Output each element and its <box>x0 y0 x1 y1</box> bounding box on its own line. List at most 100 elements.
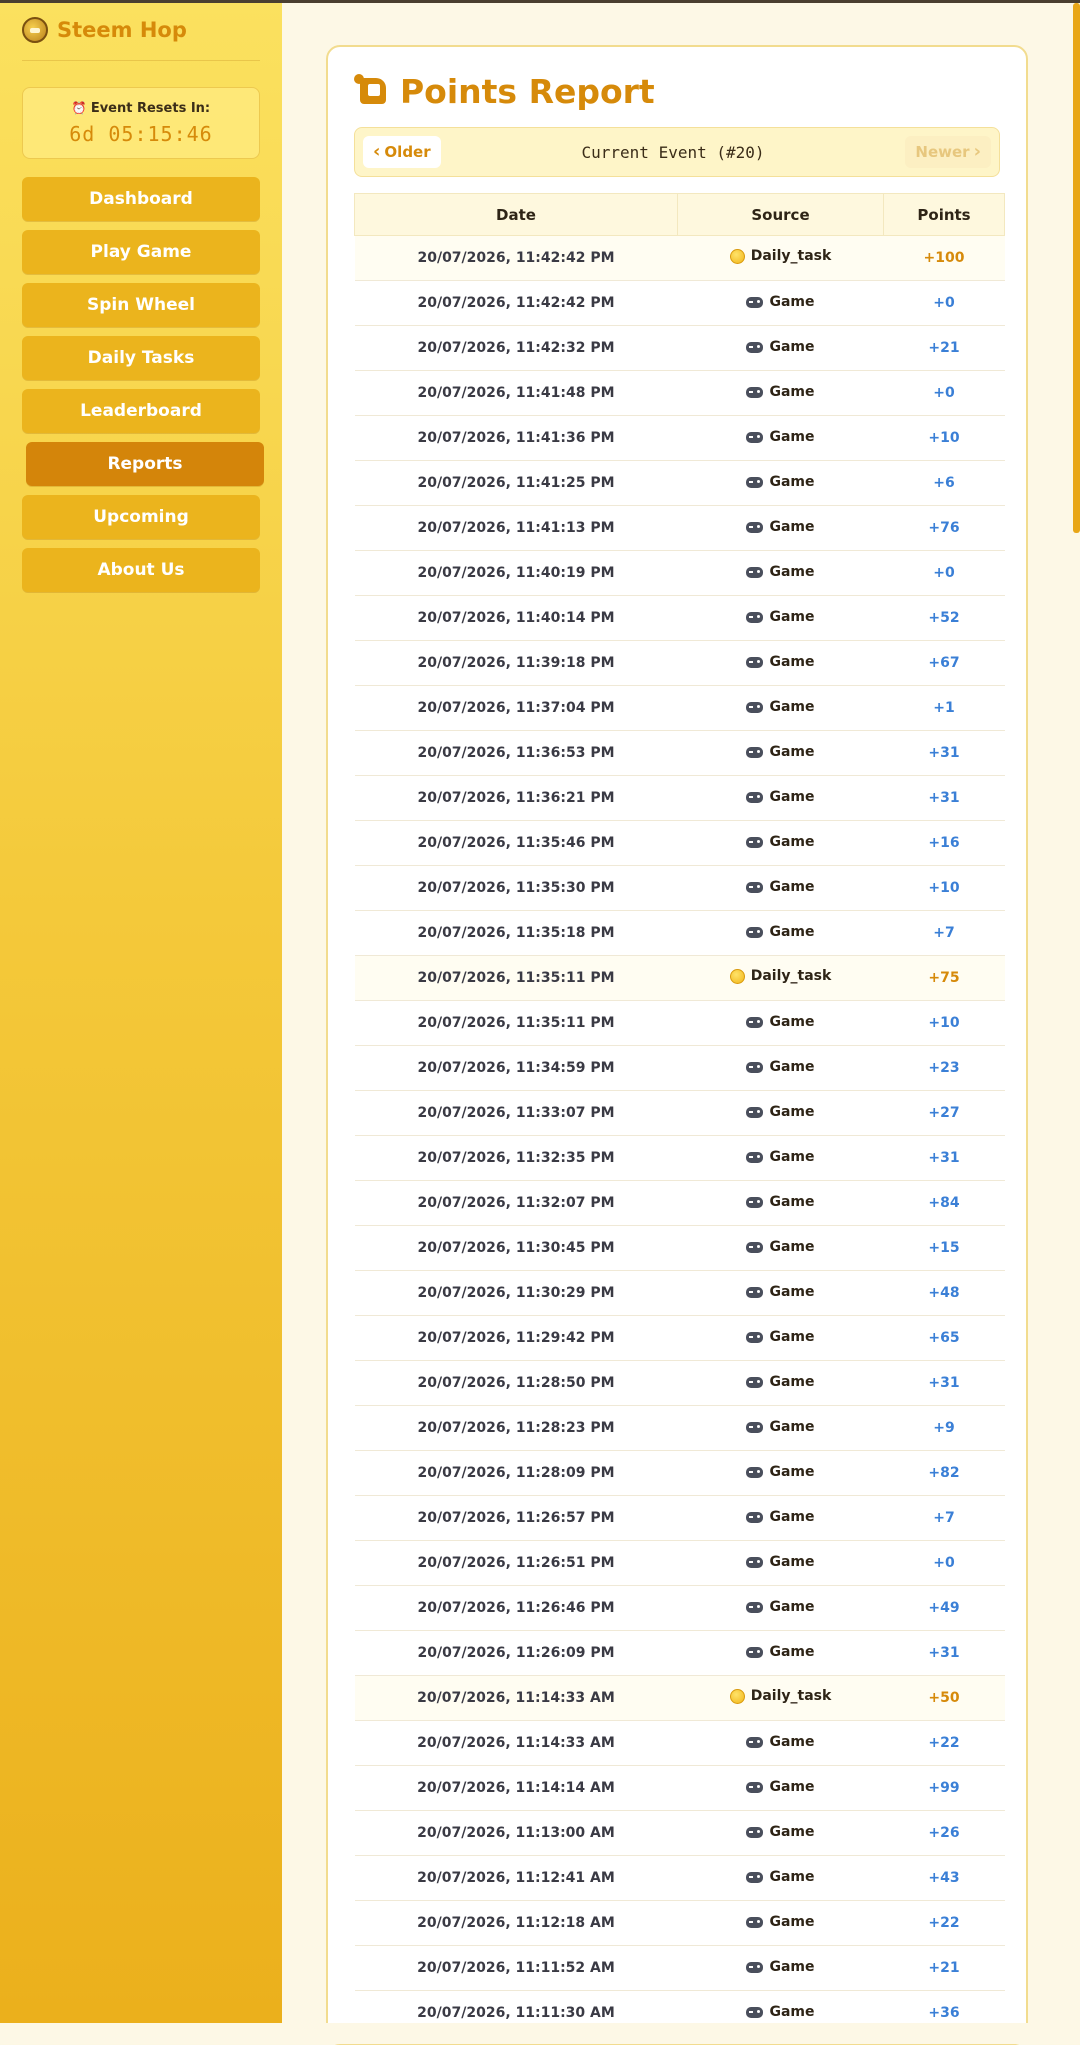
nav-item-dashboard[interactable]: Dashboard <box>22 177 260 221</box>
cell-points: +31 <box>883 730 1005 776</box>
gamepad-icon <box>746 1151 764 1163</box>
cell-points: +31 <box>883 775 1005 821</box>
nav-item-daily-tasks[interactable]: Daily Tasks <box>22 336 260 380</box>
table-row: 20/07/2026, 11:39:18 PM Game +67 <box>354 640 1005 686</box>
table-row: 20/07/2026, 11:36:53 PM Game +31 <box>354 730 1005 776</box>
source-badge: Game <box>746 924 815 940</box>
cell-date: 20/07/2026, 11:28:50 PM <box>354 1360 678 1406</box>
cell-date: 20/07/2026, 11:42:32 PM <box>354 325 678 371</box>
source-badge: Game <box>746 1554 815 1570</box>
bottom-strip <box>0 2023 1080 2044</box>
cell-source: Game <box>677 1540 884 1586</box>
source-badge: Game <box>746 429 815 445</box>
column-header-date: Date <box>354 193 678 236</box>
source-label: Game <box>769 1239 815 1256</box>
cell-source: Game <box>677 1765 884 1811</box>
table-row: 20/07/2026, 11:12:18 AM Game +22 <box>354 1900 1005 1946</box>
brand-name: Steem Hop <box>57 17 187 42</box>
cell-date: 20/07/2026, 11:40:14 PM <box>354 595 678 641</box>
column-header-source: Source <box>677 193 884 236</box>
coin-icon <box>729 248 745 264</box>
gamepad-icon <box>746 1556 764 1568</box>
cell-date: 20/07/2026, 11:26:57 PM <box>354 1495 678 1541</box>
cell-points: +100 <box>883 235 1005 281</box>
older-button[interactable]: ‹ Older <box>363 136 441 168</box>
table-row: 20/07/2026, 11:36:21 PM Game +31 <box>354 775 1005 821</box>
table-row: 20/07/2026, 11:26:46 PM Game +49 <box>354 1585 1005 1631</box>
cell-date: 20/07/2026, 11:35:46 PM <box>354 820 678 866</box>
cell-date: 20/07/2026, 11:12:18 AM <box>354 1900 678 1946</box>
cell-points: +48 <box>883 1270 1005 1316</box>
cell-points: +27 <box>883 1090 1005 1136</box>
cell-points: +31 <box>883 1360 1005 1406</box>
cell-source: Game <box>677 1135 884 1181</box>
nav-item-reports[interactable]: Reports <box>26 442 264 486</box>
table-row: 20/07/2026, 11:42:42 PM Game +0 <box>354 280 1005 326</box>
source-label: Game <box>769 1914 815 1931</box>
source-label: Game <box>769 879 815 896</box>
cell-source: Game <box>677 820 884 866</box>
cell-date: 20/07/2026, 11:41:36 PM <box>354 415 678 461</box>
source-badge: Game <box>746 564 815 580</box>
scrollbar-thumb[interactable] <box>1073 3 1080 533</box>
gamepad-icon <box>746 1781 764 1793</box>
newer-button[interactable]: Newer › <box>905 136 991 168</box>
cell-source: Game <box>677 1090 884 1136</box>
cell-points: +9 <box>883 1405 1005 1451</box>
cell-points: +22 <box>883 1720 1005 1766</box>
cell-source: Game <box>677 1000 884 1046</box>
gamepad-icon <box>746 1826 764 1838</box>
chevron-left-icon: ‹ <box>373 141 381 162</box>
table-row: 20/07/2026, 11:37:04 PM Game +1 <box>354 685 1005 731</box>
nav-item-spin-wheel[interactable]: Spin Wheel <box>22 283 260 327</box>
source-badge: Game <box>746 1509 815 1526</box>
source-badge: Game <box>746 1779 815 1795</box>
coin-icon <box>729 1688 745 1704</box>
cell-date: 20/07/2026, 11:34:59 PM <box>354 1045 678 1091</box>
nav-item-play-game[interactable]: Play Game <box>22 230 260 274</box>
cell-date: 20/07/2026, 11:35:30 PM <box>354 865 678 911</box>
gamepad-icon <box>746 926 764 938</box>
source-badge: Game <box>746 1734 815 1751</box>
source-badge: Game <box>746 519 815 535</box>
cell-points: +6 <box>883 460 1005 506</box>
table-row: 20/07/2026, 11:41:36 PM Game +10 <box>354 415 1005 461</box>
gamepad-icon <box>746 431 764 443</box>
source-label: Game <box>769 1734 815 1751</box>
gamepad-icon <box>746 791 764 803</box>
source-label: Game <box>769 474 815 491</box>
cell-date: 20/07/2026, 11:36:53 PM <box>354 730 678 776</box>
nav-item-upcoming[interactable]: Upcoming <box>22 495 260 539</box>
gamepad-icon <box>746 1421 764 1433</box>
source-badge: Game <box>746 789 815 805</box>
column-header-points: Points <box>883 193 1005 236</box>
nav-item-about-us[interactable]: About Us <box>22 548 260 592</box>
source-label: Game <box>769 834 815 851</box>
cell-points: +84 <box>883 1180 1005 1226</box>
source-badge: Game <box>746 294 815 310</box>
source-label: Game <box>769 609 815 626</box>
brand[interactable]: Steem Hop <box>22 16 260 61</box>
source-badge: Game <box>746 1419 815 1436</box>
source-badge: Game <box>746 1194 815 1210</box>
cell-date: 20/07/2026, 11:13:00 AM <box>354 1810 678 1856</box>
cell-source: Game <box>677 730 884 776</box>
gamepad-icon <box>746 1286 764 1298</box>
nav-item-leaderboard[interactable]: Leaderboard <box>22 389 260 433</box>
cell-points: +16 <box>883 820 1005 866</box>
gamepad-icon <box>746 656 764 668</box>
cell-points: +10 <box>883 865 1005 911</box>
gamepad-icon <box>746 701 764 713</box>
scroll-icon <box>354 74 392 108</box>
alarm-clock-icon: ⏰ <box>71 101 87 115</box>
page-scrollbar[interactable] <box>1073 3 1080 2023</box>
source-badge: Game <box>746 474 815 491</box>
source-label: Game <box>769 1509 815 1526</box>
cell-source: Game <box>677 595 884 641</box>
source-label: Game <box>769 1419 815 1436</box>
cell-source: Game <box>677 685 884 731</box>
cell-points: +65 <box>883 1315 1005 1361</box>
cell-source: Game <box>677 1405 884 1451</box>
cell-points: +31 <box>883 1630 1005 1676</box>
source-badge: Game <box>746 2004 815 2020</box>
